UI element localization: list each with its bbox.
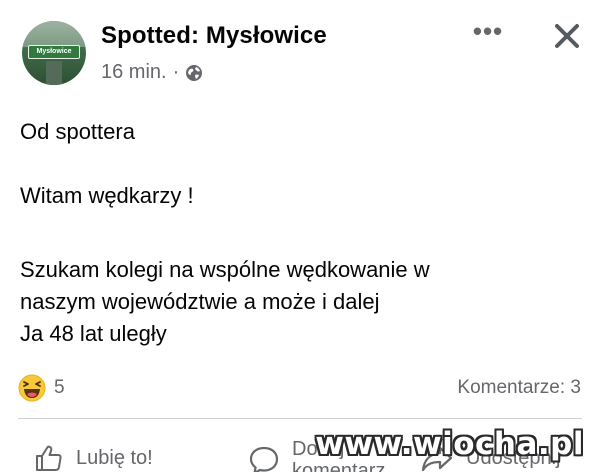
avatar-sky: [22, 21, 86, 47]
post-text-line-3a: Szukam kolegi na wspólne wędkowanie w: [20, 257, 430, 282]
meta-separator: ·: [172, 61, 180, 83]
post-text-line-1: Od spottera: [20, 119, 135, 144]
watermark-logo: www.wiocha.pl: [315, 426, 584, 462]
reaction-count: 5: [54, 377, 65, 398]
post-text-line-3c: Ja 48 lat uległy: [20, 321, 167, 346]
reactions-summary[interactable]: 5: [18, 374, 65, 402]
post-time[interactable]: 16 min.: [101, 61, 167, 84]
post-text-line-2: Witam wędkarzy !: [20, 183, 194, 208]
post-text-line-3b: naszym województwie a może i dalej: [20, 289, 380, 314]
avatar-road: [46, 61, 62, 85]
comment-icon: [249, 446, 279, 472]
post-meta: 16 min. ·: [101, 61, 203, 84]
more-options-icon[interactable]: •••: [470, 18, 506, 52]
actions-divider: [18, 418, 582, 419]
page-avatar[interactable]: Mysłowice: [22, 21, 86, 85]
page-name-link[interactable]: Spotted: Mysłowice: [101, 22, 327, 50]
haha-reaction-icon: [18, 374, 46, 402]
globe-icon: [185, 64, 203, 82]
post-header: Mysłowice Spotted: Mysłowice 16 min. · •…: [0, 0, 600, 100]
thumbs-up-icon: [36, 445, 62, 471]
comments-count-link[interactable]: Komentarze: 3: [457, 377, 581, 399]
avatar-sign: Mysłowice: [28, 45, 80, 59]
like-button[interactable]: Lubię to!: [34, 444, 153, 472]
post-text-paragraph: Szukam kolegi na wspólne wędkowanie w na…: [20, 254, 580, 350]
like-label: Lubię to!: [76, 446, 153, 469]
close-icon[interactable]: [549, 18, 585, 54]
